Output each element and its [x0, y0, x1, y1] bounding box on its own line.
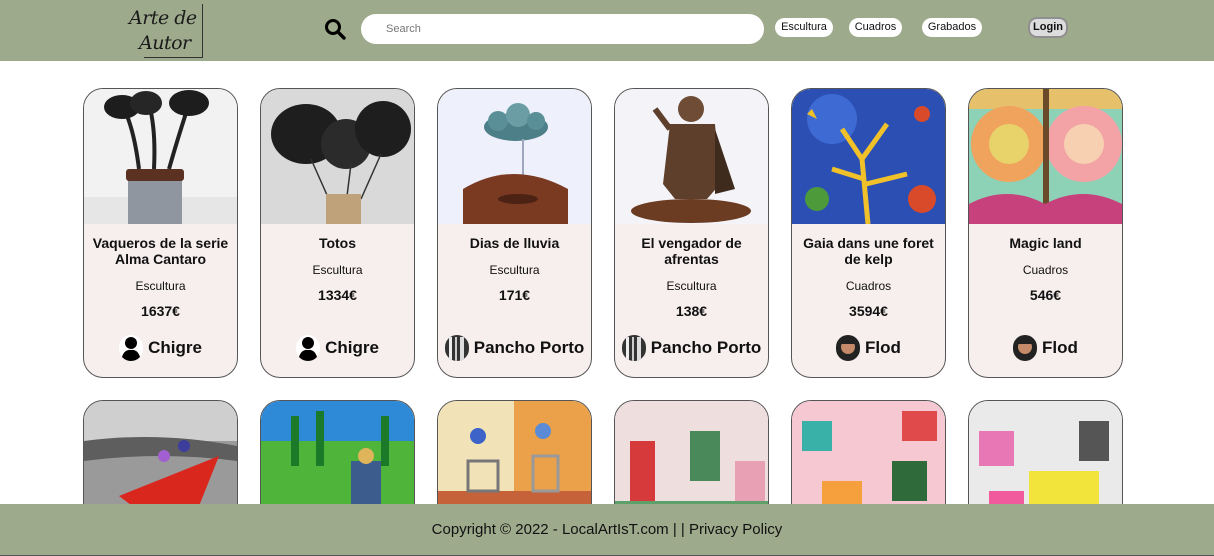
product-image-sculpture [615, 89, 768, 224]
artist-name: Pancho Porto [650, 338, 762, 357]
top-navbar: Arte de Autor Escultura Cuadros Grabados… [0, 0, 1214, 61]
product-title: Magic land [1009, 235, 1082, 251]
product-card[interactable]: Magic land Cuadros 546€ Flod [968, 88, 1123, 378]
artist-link[interactable]: Chigre [261, 335, 414, 361]
nav-cuadros[interactable]: Cuadros [849, 18, 902, 37]
logo-line-1: Arte de [129, 7, 197, 29]
product-price: 138€ [675, 303, 708, 319]
footer-copyright: Copyright © 2022 - LocalArtIsT.com | | P… [431, 521, 783, 538]
login-button[interactable]: Login [1028, 17, 1068, 38]
artist-avatar-silhouette-icon [119, 335, 144, 361]
artist-avatar-photo-icon [621, 335, 646, 361]
artist-avatar-silhouette-icon [296, 335, 321, 361]
product-card[interactable]: El vengador de afrentas Escultura 138€ P… [614, 88, 769, 378]
nav-escultura[interactable]: Escultura [775, 18, 833, 37]
artist-name: Flod [865, 338, 901, 357]
logo-line-2: Autor [139, 32, 191, 54]
product-category: Escultura [135, 279, 186, 293]
product-category: Cuadros [845, 279, 892, 293]
product-image-sculpture [438, 89, 591, 224]
artist-avatar-photo-icon [444, 335, 469, 361]
artist-name: Pancho Porto [473, 338, 585, 357]
artist-link[interactable]: Flod [792, 335, 945, 361]
product-card[interactable]: Gaia dans une foret de kelp Cuadros 3594… [791, 88, 946, 378]
product-image-sculpture [261, 89, 414, 224]
product-price: 1637€ [141, 303, 180, 319]
product-title: Gaia dans une foret de kelp [803, 235, 934, 267]
product-card[interactable]: Vaqueros de la serie Alma Cantaro Escult… [83, 88, 238, 378]
product-category: Escultura [489, 263, 540, 277]
artist-avatar-photo-icon [836, 335, 861, 361]
artist-avatar-photo-icon [1013, 335, 1038, 361]
product-price: 3594€ [849, 303, 888, 319]
product-title: Totos [318, 235, 357, 251]
product-image-painting [969, 89, 1122, 224]
product-title: Vaqueros de la serie Alma Cantaro [92, 235, 229, 267]
search-input[interactable] [361, 14, 764, 44]
product-card[interactable]: Totos Escultura 1334€ Chigre [260, 88, 415, 378]
artist-link[interactable]: Flod [969, 335, 1122, 361]
artist-name: Chigre [325, 338, 379, 357]
artist-link[interactable]: Chigre [84, 335, 237, 361]
product-price: 171€ [498, 287, 531, 303]
artist-link[interactable]: Pancho Porto [438, 335, 591, 361]
product-price: 546€ [1029, 287, 1062, 303]
search-icon[interactable] [323, 17, 347, 41]
product-card[interactable]: Dias de lluvia Escultura 171€ Pancho Por… [437, 88, 592, 378]
site-logo[interactable]: Arte de Autor [127, 3, 217, 59]
product-category: Escultura [666, 279, 717, 293]
product-title: Dias de lluvia [469, 235, 560, 251]
product-category: Cuadros [1022, 263, 1069, 277]
artist-name: Flod [1042, 338, 1078, 357]
product-title: El vengador de afrentas [641, 235, 742, 267]
product-price: 1334€ [318, 287, 357, 303]
artist-name: Chigre [148, 338, 202, 357]
site-footer: Copyright © 2022 - LocalArtIsT.com | | P… [0, 504, 1214, 556]
nav-grabados[interactable]: Grabados [922, 18, 982, 37]
product-image-painting [792, 89, 945, 224]
product-category: Escultura [312, 263, 363, 277]
artist-link[interactable]: Pancho Porto [615, 335, 768, 361]
product-image-sculpture [84, 89, 237, 224]
